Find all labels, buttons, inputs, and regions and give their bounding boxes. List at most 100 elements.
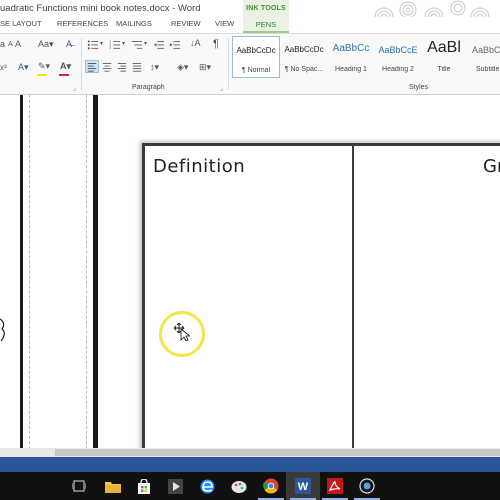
move-cursor-icon bbox=[174, 323, 190, 341]
windows-taskbar: W bbox=[0, 472, 500, 500]
ink-tools-contextual-label: INK TOOLS bbox=[243, 0, 289, 17]
superscript-icon[interactable]: x² bbox=[0, 64, 7, 72]
status-bar bbox=[0, 457, 500, 472]
highlighter-icon[interactable]: ✎▾ bbox=[38, 62, 50, 71]
folder-icon bbox=[105, 481, 121, 493]
tab-pens[interactable]: PENS bbox=[243, 17, 289, 33]
font-color-icon[interactable]: A▾ bbox=[60, 62, 71, 71]
tab-page-layout[interactable]: SE LAYOUT bbox=[0, 19, 42, 28]
borders-icon[interactable]: ⊞▾ bbox=[199, 63, 211, 72]
text-effects-icon[interactable]: A▾ bbox=[18, 63, 29, 72]
font-dialog-launcher-icon[interactable]: ⌟ bbox=[73, 85, 76, 92]
style-name: Heading 1 bbox=[335, 66, 367, 73]
style-name: Subtitle bbox=[476, 66, 500, 73]
highlight-color-swatch bbox=[37, 74, 47, 76]
font-color-swatch bbox=[59, 74, 69, 76]
chrome-icon bbox=[263, 478, 279, 494]
bullets-icon[interactable] bbox=[86, 38, 100, 51]
word-button[interactable]: W bbox=[286, 472, 320, 500]
style-name: ¶ Normal bbox=[241, 67, 271, 74]
page-edge-line bbox=[93, 95, 98, 454]
ribbon-tab-row: SE LAYOUT REFERENCES MAILINGS REVIEW VIE… bbox=[0, 17, 500, 33]
chrome-button[interactable] bbox=[254, 472, 288, 500]
page-guide-line bbox=[86, 95, 87, 454]
align-center-button[interactable] bbox=[100, 60, 114, 73]
shading-icon[interactable]: ◈▾ bbox=[177, 63, 188, 72]
style-subtitle[interactable]: AaBbC Subtitle bbox=[468, 36, 500, 78]
ribbon-separator bbox=[228, 38, 229, 90]
paint-palette-icon bbox=[231, 480, 247, 493]
bullets-dropdown-icon[interactable]: ▾ bbox=[100, 41, 103, 47]
grow-font-icon[interactable]: A bbox=[8, 41, 13, 48]
page-edge-line bbox=[20, 95, 23, 454]
style-name: Heading 2 bbox=[382, 66, 414, 73]
edge-browser-button[interactable] bbox=[190, 472, 224, 500]
document-canvas[interactable]: Definition Gr bbox=[0, 95, 500, 454]
clear-formatting-icon[interactable]: A̶ bbox=[66, 40, 72, 49]
store-bag-icon bbox=[138, 478, 150, 494]
acrobat-button[interactable] bbox=[318, 472, 352, 500]
line-spacing-icon[interactable]: ↕▾ bbox=[150, 63, 159, 72]
style-normal[interactable]: AaBbCcDc ¶ Normal bbox=[232, 36, 280, 78]
styles-group-label: Styles bbox=[409, 84, 429, 91]
style-sample: AaBbCc bbox=[332, 43, 370, 54]
show-formatting-marks-icon[interactable]: ¶ bbox=[213, 39, 219, 50]
tab-review[interactable]: REVIEW bbox=[171, 19, 201, 28]
tab-references[interactable]: REFERENCES bbox=[57, 19, 108, 28]
task-view-icon bbox=[72, 480, 86, 492]
window-title: uadratic Functions mini book notes.docx … bbox=[0, 3, 201, 14]
style-sample: AaBbCcE bbox=[378, 45, 418, 55]
shrink-font-icon[interactable]: A bbox=[15, 40, 21, 49]
style-title[interactable]: AaBl Title bbox=[420, 36, 468, 78]
ribbon: a A A Aa▾ A̶ x² A▾ ✎▾ A▾ ▾ 123 ▾ ▾ ↓A ¶ bbox=[0, 33, 500, 95]
horizontal-scrollbar-thumb[interactable] bbox=[55, 449, 500, 456]
media-circle-icon bbox=[359, 478, 375, 494]
task-view-button[interactable] bbox=[62, 472, 96, 500]
numbering-dropdown-icon[interactable]: ▾ bbox=[122, 41, 125, 47]
media-app-button[interactable] bbox=[350, 472, 384, 500]
font-dropdown-arrow-icon[interactable]: a bbox=[0, 40, 5, 49]
ribbon-separator bbox=[81, 38, 82, 90]
table-column-divider bbox=[352, 146, 354, 454]
change-case-glyph: Aa bbox=[38, 39, 50, 49]
sort-icon[interactable]: ↓A bbox=[190, 39, 201, 48]
partial-ink-drawing bbox=[0, 318, 5, 342]
minibook-table[interactable]: Definition Gr bbox=[142, 143, 500, 454]
media-player-icon bbox=[167, 478, 183, 494]
tab-mailings[interactable]: MAILINGS bbox=[116, 19, 152, 28]
definition-heading[interactable]: Definition bbox=[153, 156, 245, 177]
svg-text:3: 3 bbox=[109, 46, 111, 50]
align-left-button[interactable] bbox=[85, 60, 99, 73]
graph-heading[interactable]: Gr bbox=[483, 156, 500, 177]
paint-button[interactable] bbox=[222, 472, 256, 500]
paragraph-dialog-launcher-icon[interactable]: ⌟ bbox=[220, 85, 223, 92]
multilevel-list-icon[interactable] bbox=[130, 38, 144, 51]
change-case-icon[interactable]: Aa▾ bbox=[38, 40, 54, 49]
numbering-icon[interactable]: 123 bbox=[108, 38, 122, 51]
decrease-indent-icon[interactable] bbox=[152, 38, 166, 51]
style-sample: AaBbC bbox=[472, 45, 500, 55]
page-guide-line bbox=[29, 95, 30, 454]
media-player-button[interactable] bbox=[158, 472, 192, 500]
align-right-button[interactable] bbox=[115, 60, 129, 73]
style-name: ¶ No Spac... bbox=[284, 66, 324, 73]
style-heading-1[interactable]: AaBbCc Heading 1 bbox=[327, 36, 375, 78]
file-explorer-button[interactable] bbox=[96, 472, 130, 500]
style-sample: AaBbCcDc bbox=[284, 45, 324, 54]
edge-icon bbox=[200, 479, 214, 493]
increase-indent-icon[interactable] bbox=[168, 38, 182, 51]
style-sample: AaBl bbox=[427, 39, 461, 56]
multilevel-dropdown-icon[interactable]: ▾ bbox=[144, 41, 147, 47]
tab-view[interactable]: VIEW bbox=[215, 19, 234, 28]
svg-text:W: W bbox=[298, 481, 309, 493]
acrobat-icon bbox=[327, 478, 343, 494]
word-icon: W bbox=[295, 478, 311, 494]
style-heading-2[interactable]: AaBbCcE Heading 2 bbox=[374, 36, 422, 78]
style-name: Title bbox=[437, 66, 451, 73]
style-no-spacing[interactable]: AaBbCcDc ¶ No Spac... bbox=[280, 36, 328, 78]
horizontal-scrollbar[interactable] bbox=[0, 448, 500, 457]
store-button[interactable] bbox=[127, 472, 161, 500]
justify-button[interactable] bbox=[130, 60, 144, 73]
style-sample: AaBbCcDc bbox=[236, 46, 276, 55]
paragraph-group-label: Paragraph bbox=[132, 84, 165, 91]
